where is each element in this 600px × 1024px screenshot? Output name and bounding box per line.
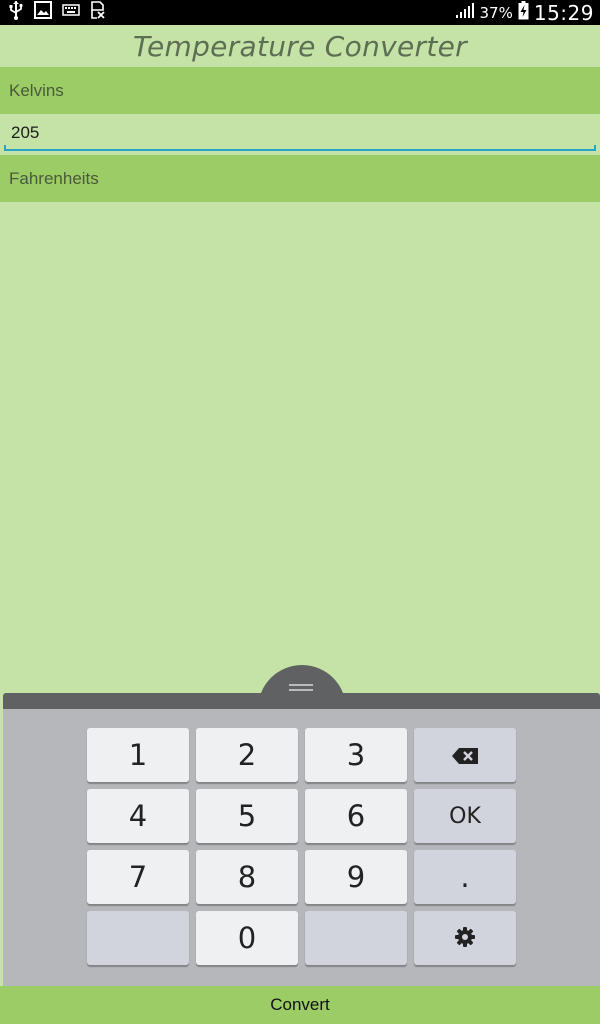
kelvins-input-wrapper [4,114,596,151]
key-5[interactable]: 5 [196,789,298,843]
signal-icon [455,1,475,24]
key-8[interactable]: 8 [196,850,298,904]
key-3[interactable]: 3 [305,728,407,782]
decimal-key[interactable]: . [414,850,516,904]
keyboard-icon [62,3,80,22]
key-4[interactable]: 4 [87,789,189,843]
key-6[interactable]: 6 [305,789,407,843]
settings-icon [454,921,476,955]
convert-button[interactable]: Convert [0,986,600,1024]
battery-percent: 37% [479,3,513,22]
key-7[interactable]: 7 [87,850,189,904]
settings-key[interactable] [414,911,516,965]
status-left-icons [8,0,106,25]
fahrenheits-label: Fahrenheits [0,155,600,202]
key-1[interactable]: 1 [87,728,189,782]
numeric-keyboard: 1 2 3 4 5 6 OK 7 8 9 . 0 [3,709,600,986]
clock: 15:29 [533,0,594,25]
kelvins-label: Kelvins [0,67,600,114]
blank-key-left[interactable] [87,911,189,965]
backspace-icon [451,738,479,772]
status-bar: 37% 15:29 [0,0,600,25]
status-right-icons: 37% 15:29 [455,0,594,25]
backspace-key[interactable] [414,728,516,782]
app-screen: 37% 15:29 Temperature Converter Kelvins … [0,0,600,1024]
page-title: Temperature Converter [133,29,467,63]
kelvins-input[interactable] [4,114,596,148]
key-2[interactable]: 2 [196,728,298,782]
handle-icon [289,684,313,692]
sim-missing-icon [90,1,106,24]
ok-key[interactable]: OK [414,789,516,843]
image-icon [34,1,52,24]
key-0[interactable]: 0 [196,911,298,965]
key-9[interactable]: 9 [305,850,407,904]
battery-charging-icon [518,0,529,25]
usb-icon [8,0,24,25]
keyboard-top-bar [3,693,600,709]
blank-key-right[interactable] [305,911,407,965]
